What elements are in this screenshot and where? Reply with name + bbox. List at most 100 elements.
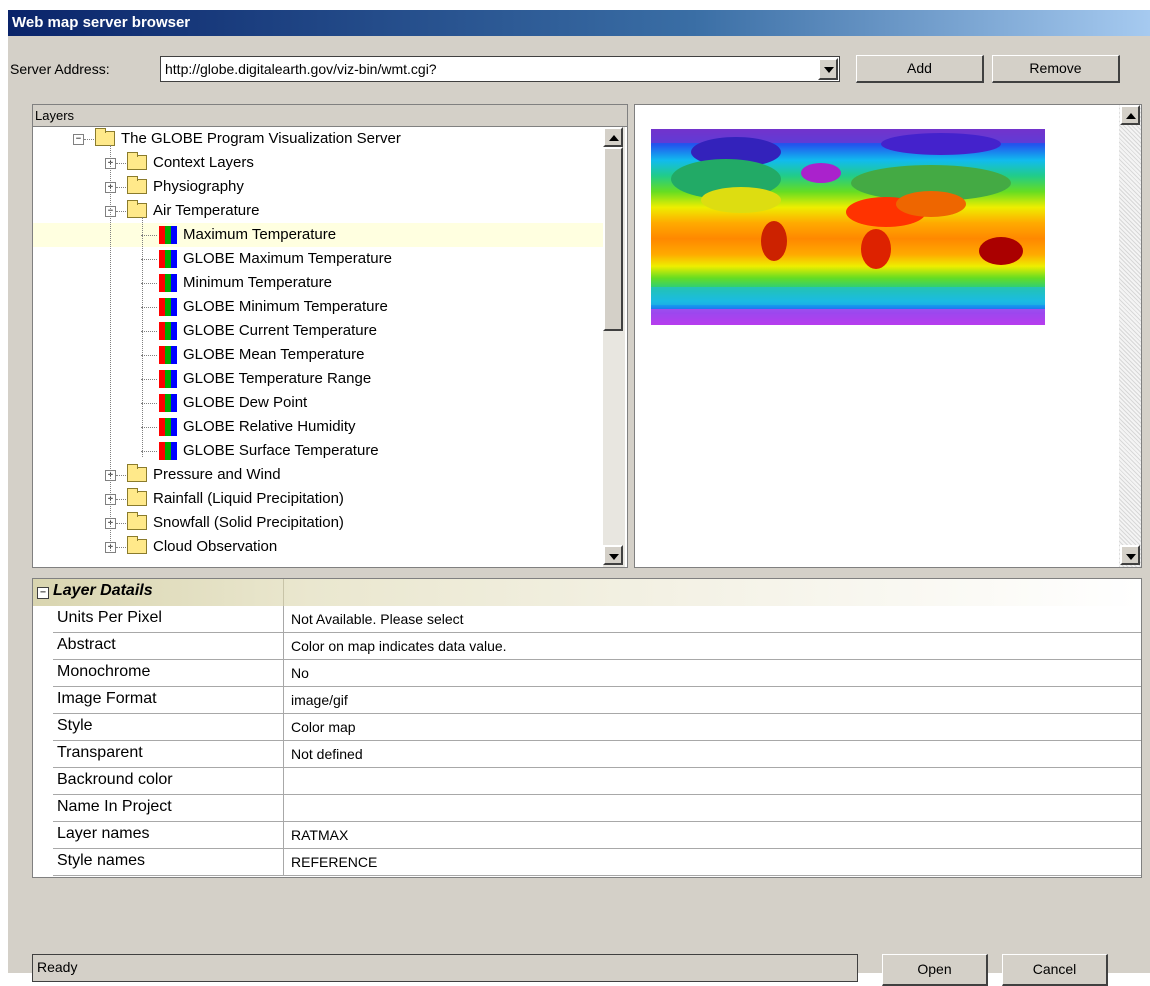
tree-node-label: Cloud Observation [153,538,278,555]
detail-row[interactable]: Style names REFERENCE [53,849,1141,876]
tree-folder-node[interactable]: + Physiography [33,175,603,199]
dialog-window: Server Address: http://globe.digitaleart… [8,36,1150,986]
tree-folder-node[interactable]: + Cloud Observation [33,535,603,559]
folder-icon [127,152,147,170]
tree-node-label: GLOBE Minimum Temperature [183,298,388,315]
tree-node-label: Maximum Temperature [183,226,337,243]
tree-folder-node[interactable]: + Pressure and Wind [33,463,603,487]
add-button[interactable]: Add [856,55,984,83]
scroll-up-icon[interactable] [603,127,623,147]
title-bar: Web map server browser [0,0,1150,36]
tree-node-label: Rainfall (Liquid Precipitation) [153,490,344,507]
layer-color-icon [159,346,177,364]
cancel-button[interactable]: Cancel [1002,954,1108,986]
tree-node-label: GLOBE Maximum Temperature [183,250,392,267]
detail-row[interactable]: Units Per Pixel Not Available. Please sel… [53,606,1141,633]
detail-row[interactable]: Monochrome No [53,660,1141,687]
detail-row[interactable]: Backround color [53,768,1141,795]
tree-node-label: GLOBE Mean Temperature [183,346,365,363]
folder-icon [127,512,147,530]
tree-node-label: The GLOBE Program Visualization Server [121,130,401,147]
layer-color-icon [159,322,177,340]
layers-scroll-thumb[interactable] [603,147,623,331]
tree-node-label: Physiography [153,178,244,195]
detail-row[interactable]: Transparent Not defined [53,741,1141,768]
detail-value: RATMAX [291,827,349,843]
tree-node-label: GLOBE Temperature Range [183,370,372,387]
layer-color-icon [159,226,177,244]
tree-layer-node[interactable]: GLOBE Mean Temperature [33,343,603,367]
detail-key: Units Per Pixel [57,609,162,626]
tree-layer-node[interactable]: Minimum Temperature [33,271,603,295]
tree-folder-node[interactable]: + Context Layers [33,151,603,175]
layer-details-title: Layer Datails [53,582,153,599]
tree-node-label: Pressure and Wind [153,466,281,483]
detail-row[interactable]: Layer names RATMAX [53,822,1141,849]
tree-layer-node[interactable]: GLOBE Surface Temperature [33,439,603,463]
status-bar: Ready [32,954,858,982]
detail-row[interactable]: Style Color map [53,714,1141,741]
tree-node-label: GLOBE Relative Humidity [183,418,356,435]
collapse-icon[interactable]: − [37,587,49,599]
layer-color-icon [159,298,177,316]
preview-scroll-up-icon[interactable] [1120,105,1140,125]
detail-value: Color on map indicates data value. [291,638,507,654]
detail-key: Style names [57,852,146,869]
tree-folder-node[interactable]: − The GLOBE Program Visualization Server [33,127,603,151]
tree-folder-node[interactable]: − Air Temperature [33,199,603,223]
server-address-combobox[interactable]: http://globe.digitalearth.gov/viz-bin/wm… [160,56,840,82]
tree-node-label: Snowfall (Solid Precipitation) [153,514,344,531]
detail-key: Style [57,717,93,734]
tree-layer-node[interactable]: GLOBE Dew Point [33,391,603,415]
layer-color-icon [159,442,177,460]
folder-icon [127,464,147,482]
detail-row[interactable]: Image Format image/gif [53,687,1141,714]
map-preview-image [651,129,1045,325]
tree-layer-node[interactable]: GLOBE Current Temperature [33,319,603,343]
tree-layer-node[interactable]: GLOBE Maximum Temperature [33,247,603,271]
remove-button[interactable]: Remove [992,55,1120,83]
tree-node-label: Minimum Temperature [183,274,332,291]
cancel-button-label: Cancel [1032,961,1077,977]
chevron-down-icon[interactable] [818,58,838,80]
layers-column-header: Layers [33,105,627,127]
tree-layer-node[interactable]: GLOBE Relative Humidity [33,415,603,439]
preview-scroll-down-icon[interactable] [1120,545,1140,565]
preview-scrollbar[interactable] [1119,105,1141,567]
folder-icon [127,176,147,194]
collapse-icon[interactable]: − [73,134,84,145]
folder-icon [95,128,115,146]
tree-folder-node[interactable]: + Snowfall (Solid Precipitation) [33,511,603,535]
layer-color-icon [159,370,177,388]
layer-details-grid: − Layer Datails Units Per Pixel Not Avail… [32,578,1142,878]
layer-color-icon [159,418,177,436]
detail-value: image/gif [291,692,348,708]
open-button[interactable]: Open [882,954,988,986]
detail-row[interactable]: Name In Project [53,795,1141,822]
map-preview-pane [634,104,1142,568]
tree-layer-node[interactable]: GLOBE Minimum Temperature [33,295,603,319]
layer-details-header[interactable]: − Layer Datails [33,579,1141,606]
detail-value: Color map [291,719,356,735]
window-title: Web map server browser [8,10,1150,36]
detail-key: Image Format [57,690,157,707]
server-address-value[interactable]: http://globe.digitalearth.gov/viz-bin/wm… [165,61,437,77]
layers-tree-body: − The GLOBE Program Visualization Server +… [33,127,603,567]
add-button-label: Add [907,60,932,76]
remove-button-label: Remove [1029,60,1082,76]
detail-value: No [291,665,309,681]
tree-node-label: Air Temperature [153,202,260,219]
detail-value: Not Available. Please select [291,611,464,627]
tree-folder-node[interactable]: + Rainfall (Liquid Precipitation) [33,487,603,511]
layer-color-icon [159,274,177,292]
detail-value: REFERENCE [291,854,378,870]
server-address-label: Server Address: [10,61,110,77]
tree-layer-node[interactable]: Maximum Temperature [33,223,603,247]
tree-node-label: GLOBE Surface Temperature [183,442,379,459]
tree-layer-node[interactable]: GLOBE Temperature Range [33,367,603,391]
detail-row[interactable]: Abstract Color on map indicates data valu… [53,633,1141,660]
folder-icon [127,200,147,218]
layers-tree[interactable]: Layers − The GLOBE Program Visualization … [32,104,628,568]
layers-scrollbar[interactable] [603,127,625,567]
scroll-down-icon[interactable] [603,545,623,565]
